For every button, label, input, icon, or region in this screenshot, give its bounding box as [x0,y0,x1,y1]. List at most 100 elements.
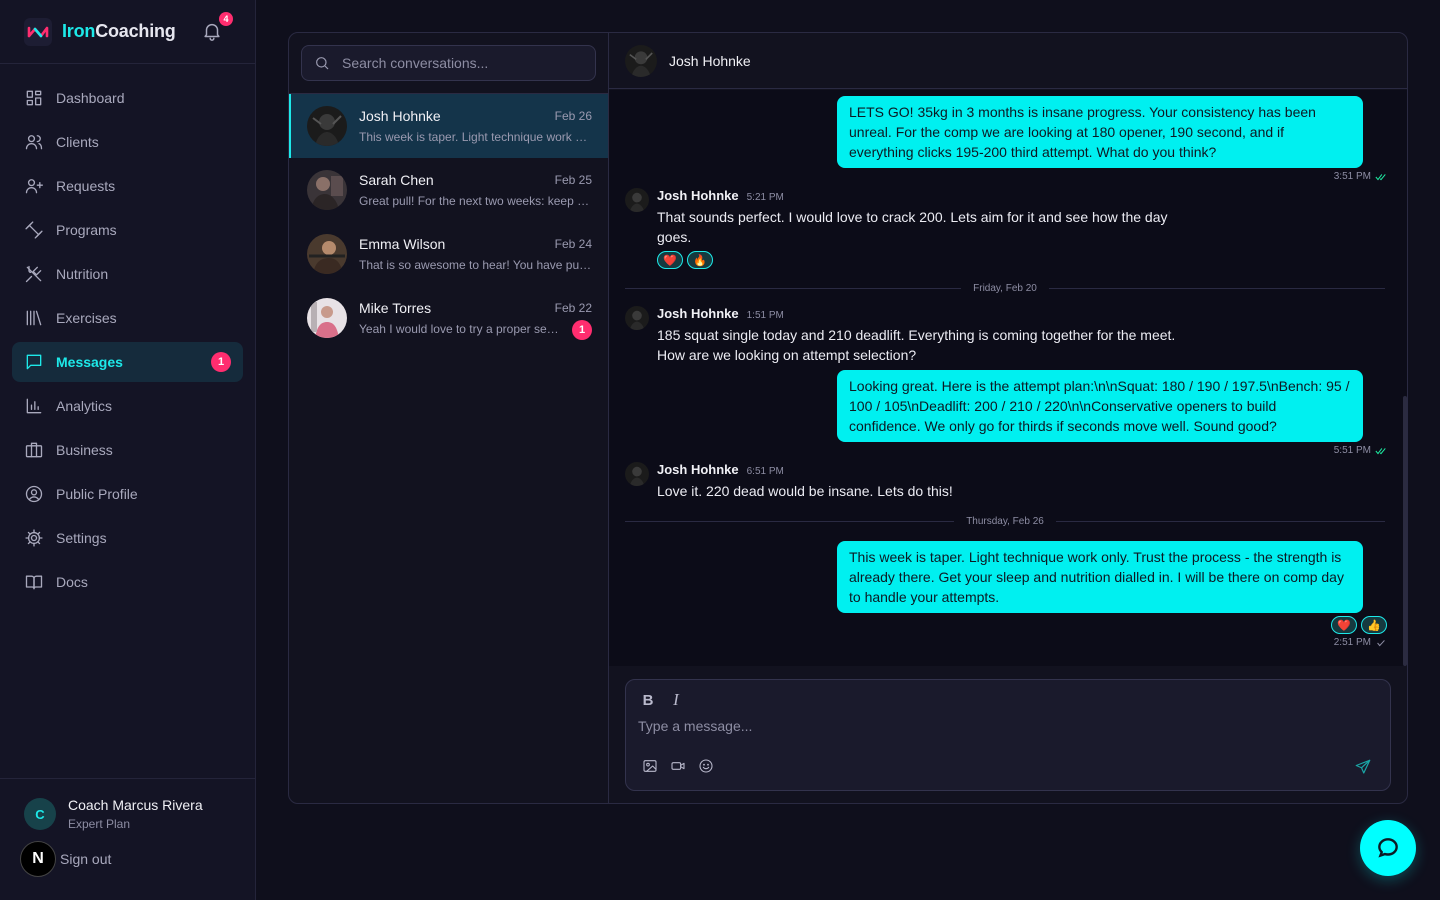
message-thread: LETS GO! 35kg in 3 months is insane prog… [609,90,1407,666]
conversation-name: Emma Wilson [359,236,446,252]
user-circle-icon [25,485,43,503]
reaction-thumbs-up[interactable]: 👍 [1361,616,1387,634]
brand-name: IronCoaching [62,21,176,42]
conversation-preview: Yeah I would love to try a proper sessio… [359,322,575,336]
sidebar-item-programs[interactable]: Programs [12,210,243,250]
reaction-fire[interactable]: 🔥 [687,251,713,269]
message-square-icon [26,354,42,370]
message-time: 5:51 PM [1333,445,1371,456]
italic-button[interactable]: I [668,690,684,710]
sidebar-nav: Dashboard Clients Requests Programs Nutr… [0,64,255,602]
sidebar-item-public-profile[interactable]: Public Profile [12,474,243,514]
incoming-message[interactable]: Josh Hohnke 1:51 PM 185 squat single toda… [625,306,1225,365]
chat-bubble-icon [1378,838,1398,858]
conversation-list: Josh Hohnke Feb 26 This week is taper. L… [289,33,609,803]
sidebar-item-messages[interactable]: Messages 1 [12,342,243,382]
sign-out-label: Sign out [60,851,112,867]
user-profile[interactable]: C Coach Marcus Rivera Expert Plan [0,779,255,831]
sidebar-item-docs[interactable]: Docs [12,562,243,602]
scrollbar-thumb[interactable] [1403,396,1407,666]
user-name: Coach Marcus Rivera [68,797,203,813]
message-time: 2:51 PM [1333,637,1371,648]
sidebar-item-settings[interactable]: Settings [12,518,243,558]
video-icon[interactable] [670,758,686,774]
briefcase-icon [25,442,43,458]
sender-name: Josh Hohnke [657,462,739,477]
conversation-name: Josh Hohnke [359,108,441,124]
reaction-heart[interactable]: ❤️ [1331,616,1357,634]
incoming-message[interactable]: Josh Hohnke 6:51 PM Love it. 220 dead wou… [625,462,1225,501]
conversation-items: Josh Hohnke Feb 26 This week is taper. L… [289,93,608,350]
sidebar-item-clients[interactable]: Clients [12,122,243,162]
reaction-heart[interactable]: ❤️ [657,251,683,269]
brand-logo[interactable] [24,17,52,46]
brand-name-part1: Iron [62,21,96,41]
sidebar-item-nutrition[interactable]: Nutrition [12,254,243,294]
message-time: 3:51 PM [1333,171,1371,182]
conversation-name: Mike Torres [359,300,432,316]
sidebar-item-label: Programs [56,222,117,238]
sender-name: Josh Hohnke [657,188,739,203]
sidebar-footer: C Coach Marcus Rivera Expert Plan N Sign… [0,778,255,900]
sidebar-item-analytics[interactable]: Analytics [12,386,243,426]
avatar[interactable] [625,44,657,77]
conversation-item-mike[interactable]: Mike Torres Feb 22 Yeah I would love to … [289,286,608,350]
search-box[interactable] [301,45,596,81]
sender-name: Josh Hohnke [657,306,739,321]
book-open-icon [25,575,43,590]
chat-header: Josh Hohnke [609,33,1407,89]
conversation-date: Feb 22 [554,301,592,315]
avatar: C [24,798,56,830]
image-icon[interactable] [642,758,658,774]
date-divider-label: Friday, Feb 20 [973,282,1037,294]
chat-contact-name: Josh Hohnke [669,52,751,69]
logo-icon [27,26,49,37]
message-input[interactable] [638,718,1338,742]
message-meta: 2:51 PM [1334,637,1387,648]
avatar [307,106,347,146]
sidebar-item-label: Docs [56,574,88,590]
avatar [625,306,649,330]
sidebar-item-label: Analytics [56,398,113,414]
send-icon [1355,759,1371,774]
messages-panel: Josh Hohnke Feb 26 This week is taper. L… [288,32,1408,804]
sidebar-item-business[interactable]: Business [12,430,243,470]
sign-out-button[interactable]: N Sign out [0,831,255,877]
notification-badge: 4 [219,12,233,26]
reactions: ❤️ 🔥 [657,251,1225,269]
double-check-icon [1375,447,1386,454]
avatar [307,170,347,210]
message-composer: B I [625,679,1391,791]
users-icon [25,135,43,150]
sidebar-item-label: Dashboard [56,90,125,106]
date-divider: Thursday, Feb 26 [625,514,1386,528]
message-time: 5:21 PM [746,192,784,203]
sidebar-item-requests[interactable]: Requests [12,166,243,206]
conversation-item-emma[interactable]: Emma Wilson Feb 24 That is so awesome to… [289,222,608,286]
conversation-item-sarah[interactable]: Sarah Chen Feb 25 Great pull! For the ne… [289,158,608,222]
conversation-date: Feb 26 [554,109,592,123]
avatar [307,234,347,274]
bold-button[interactable]: B [640,690,656,710]
avatar [625,462,649,486]
sidebar-item-label: Nutrition [56,266,109,282]
outgoing-message[interactable]: LETS GO! 35kg in 3 months is insane prog… [837,96,1363,168]
date-divider: Friday, Feb 20 [625,281,1386,295]
conversation-item-josh[interactable]: Josh Hohnke Feb 26 This week is taper. L… [289,94,608,158]
emoji-icon[interactable] [698,758,714,774]
outgoing-message[interactable]: Looking great. Here is the attempt plan:… [837,370,1363,442]
sidebar-item-dashboard[interactable]: Dashboard [12,78,243,118]
search-input[interactable] [342,55,582,71]
dumbbell-icon [25,221,43,239]
message-meta: 3:51 PM [1334,171,1387,182]
incoming-message[interactable]: Josh Hohnke 5:21 PM That sounds perfect. … [625,188,1225,269]
send-button[interactable] [1354,758,1372,781]
outgoing-message[interactable]: This week is taper. Light technique work… [837,541,1363,613]
chat-support-button[interactable] [1360,820,1416,876]
conversation-name: Sarah Chen [359,172,434,188]
double-check-icon [1375,173,1386,180]
message-text: Love it. 220 dead would be insane. Lets … [657,483,953,499]
sidebar-item-label: Exercises [56,310,117,326]
sidebar-item-exercises[interactable]: Exercises [12,298,243,338]
brand-name-part2: Coaching [95,21,176,41]
